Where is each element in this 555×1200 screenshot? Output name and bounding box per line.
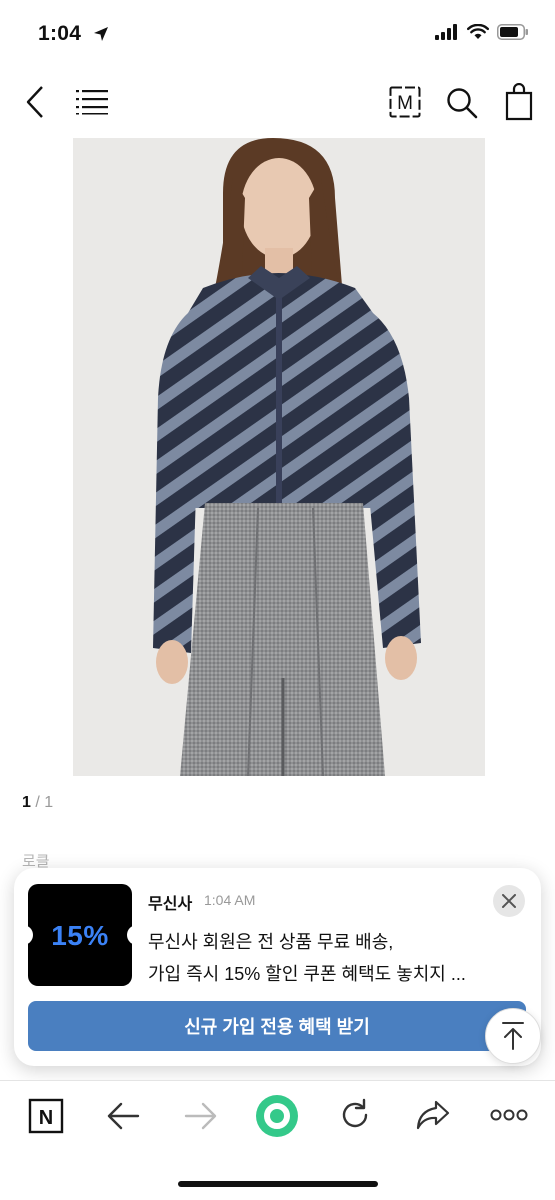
close-notification-button[interactable] (493, 885, 525, 917)
notification-message-line2: 가입 즉시 15% 할인 쿠폰 혜택도 놓치지 ... (148, 964, 466, 984)
notification-time: 1:04 AM (204, 892, 256, 908)
status-time: 1:04 (38, 22, 82, 45)
home-indicator[interactable] (178, 1181, 378, 1187)
signup-benefit-button[interactable]: 신규 가입 전용 혜택 받기 (28, 1001, 526, 1051)
naver-icon[interactable]: N (28, 1098, 64, 1139)
naver-letter: N (39, 1107, 53, 1129)
status-bar: 1:04 (0, 0, 555, 70)
image-page-counter: 1 / 1 (22, 794, 53, 812)
m-logo-letter: M (397, 93, 413, 114)
back-arrow-icon[interactable] (106, 1101, 140, 1131)
forward-arrow-icon[interactable] (184, 1101, 218, 1131)
page-total: 1 (44, 794, 54, 811)
scroll-to-top-button[interactable] (485, 1008, 541, 1064)
page-separator: / (30, 794, 45, 811)
location-arrow-icon (94, 27, 108, 41)
product-image[interactable] (73, 138, 485, 776)
notification-message-line1: 무신사 회원은 전 상품 무료 배송, (148, 932, 394, 952)
coupon-percent: 15% (51, 920, 109, 951)
back-icon[interactable] (24, 85, 46, 119)
app-header: M (0, 75, 555, 131)
more-icon[interactable] (490, 1108, 528, 1122)
status-indicators (435, 24, 529, 40)
notification-card[interactable]: 15% 무신사 1:04 AM 무신사 회원은 전 상품 무료 배송, 가입 즉… (14, 868, 541, 1066)
refresh-icon[interactable] (338, 1098, 372, 1132)
m-logo-icon[interactable]: M (389, 86, 421, 123)
green-dot-icon[interactable] (255, 1094, 299, 1138)
coupon-thumbnail: 15% (28, 884, 132, 986)
product-photo (73, 138, 485, 776)
close-icon (502, 894, 516, 908)
notification-app-name: 무신사 (148, 896, 193, 913)
signal-icon (435, 24, 457, 40)
menu-icon[interactable] (76, 89, 108, 115)
share-icon[interactable] (415, 1098, 451, 1132)
wifi-icon (467, 24, 489, 39)
battery-icon (497, 24, 528, 40)
search-icon[interactable] (446, 87, 478, 119)
arrow-up-icon (502, 1022, 524, 1050)
page-current: 1 (22, 794, 31, 811)
shopping-bag-icon[interactable] (505, 83, 533, 121)
